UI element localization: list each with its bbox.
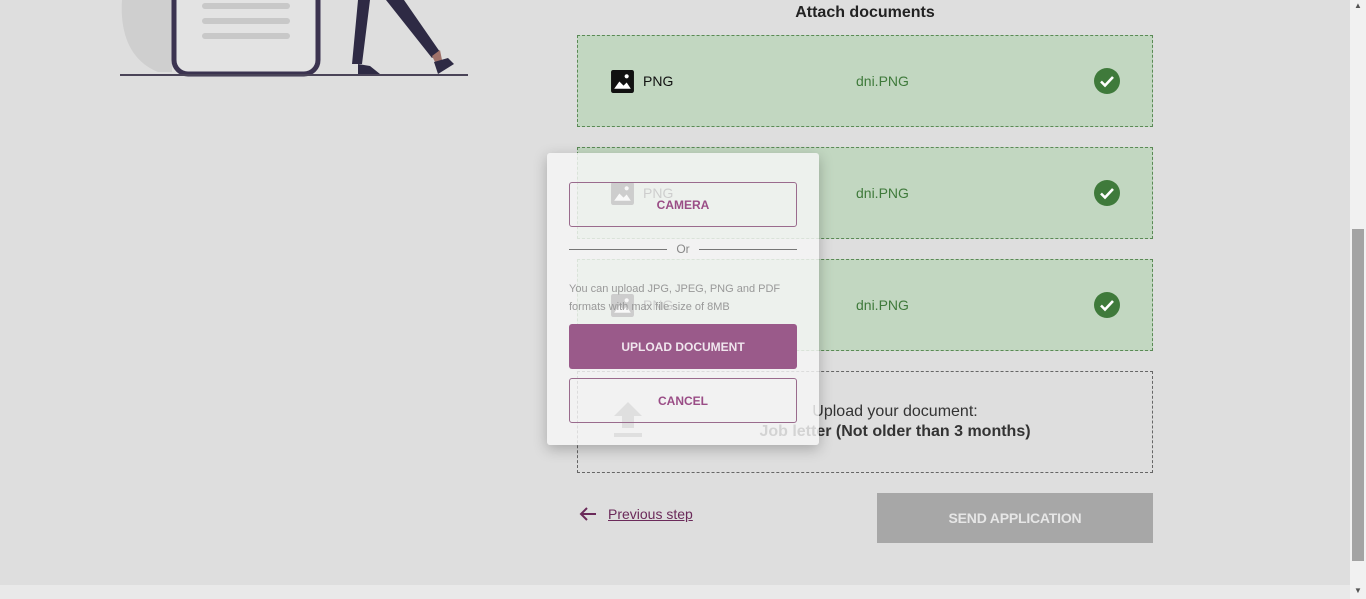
check-icon (1094, 68, 1120, 94)
or-divider: Or (569, 241, 797, 257)
scroll-up-icon[interactable]: ▲ (1353, 1, 1363, 11)
document-filename: dni.PNG (856, 297, 909, 313)
send-application-button[interactable]: SEND APPLICATION (877, 493, 1153, 543)
camera-button[interactable]: CAMERA (569, 182, 797, 227)
arrow-left-icon (579, 507, 596, 521)
or-label: Or (676, 242, 690, 256)
section-title: Attach documents (795, 4, 935, 21)
previous-step-link[interactable]: Previous step (578, 506, 693, 522)
document-filename: dni.PNG (856, 73, 909, 89)
upload-document-button[interactable]: UPLOAD DOCUMENT (569, 324, 797, 369)
footer-bar (0, 585, 1350, 599)
upload-options-dialog: CAMERA Or You can upload JPG, JPEG, PNG … (547, 153, 819, 445)
document-type: PNG (643, 73, 674, 89)
scroll-down-icon[interactable]: ▼ (1353, 586, 1363, 596)
illustration-blob (121, 0, 172, 72)
scrollbar-thumb[interactable] (1352, 229, 1364, 561)
image-icon (611, 70, 634, 93)
document-card[interactable]: PNG dni.PNG (577, 35, 1153, 127)
check-icon (1094, 292, 1120, 318)
check-icon (1094, 180, 1120, 206)
illustration (120, 0, 468, 77)
file-format-hint: You can upload JPG, JPEG, PNG and PDF fo… (569, 283, 781, 313)
previous-step-label: Previous step (608, 506, 693, 522)
document-filename: dni.PNG (856, 185, 909, 201)
cancel-button[interactable]: CANCEL (569, 378, 797, 423)
